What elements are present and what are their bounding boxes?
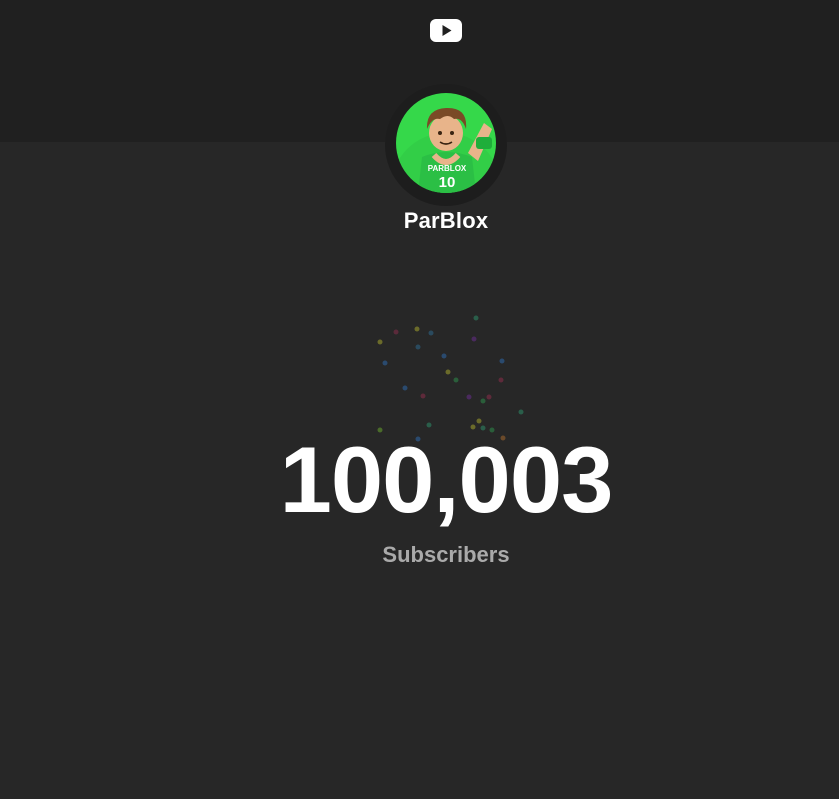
subscriber-counter-page: PARBLOX 10 ParBlox 100,003 Subscribers	[0, 0, 839, 799]
confetti-particles	[377, 315, 524, 442]
confetti-dot	[453, 377, 459, 383]
confetti-dot	[471, 336, 477, 342]
confetti-dot	[382, 360, 388, 366]
confetti-dot	[393, 329, 399, 335]
confetti-dot	[441, 353, 447, 359]
confetti-dot	[428, 330, 434, 336]
confetti-dot	[414, 326, 420, 332]
confetti-dot	[377, 339, 383, 345]
confetti-dot	[518, 409, 524, 415]
confetti-dot	[415, 344, 421, 350]
confetti-dot	[498, 377, 504, 383]
confetti-dot	[420, 393, 426, 399]
confetti-dot	[486, 394, 492, 400]
subscriber-count: 100,003	[279, 427, 614, 532]
confetti-dot	[480, 398, 486, 404]
confetti-dot	[499, 358, 505, 364]
confetti-dot	[402, 385, 408, 391]
subscribers-label: Subscribers	[382, 542, 510, 567]
confetti-dot	[466, 394, 472, 400]
confetti-dot	[473, 315, 479, 321]
confetti-dot	[445, 369, 451, 375]
confetti-dot	[476, 418, 482, 424]
